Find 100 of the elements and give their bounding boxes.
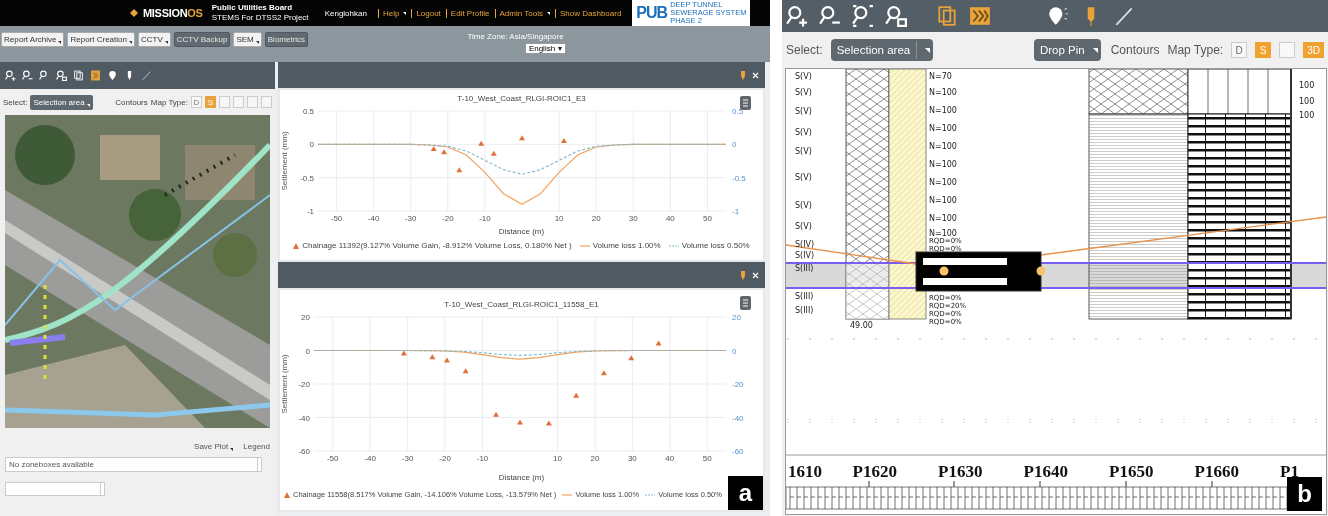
chainage-label: 1610 <box>788 462 822 481</box>
menu-button[interactable]: Biometrics <box>264 32 309 47</box>
menu-button[interactable]: Report Archive <box>1 32 65 47</box>
data-point <box>400 350 407 356</box>
scale-value: 100 <box>1299 111 1315 120</box>
chainage-label: P1640 <box>1023 462 1068 481</box>
layer-label: S(IV) <box>795 251 815 260</box>
zoom-extent-icon[interactable] <box>852 5 874 27</box>
line-icon <box>668 243 679 248</box>
chart-title: T-10_West_Coast_RLGI-ROIC1_11558_E1 <box>444 299 599 311</box>
spt-value: N=100 <box>929 160 957 169</box>
zoom-out-icon[interactable] <box>22 70 33 81</box>
layer-label: S(IV) <box>795 240 815 249</box>
layer-label: S(V) <box>795 107 812 116</box>
data-point <box>628 355 635 361</box>
legend-label[interactable]: Chainage 11392(9.127% Volume Gain, -8.912% Volume Loss, 0.180% Net ) <box>302 241 572 250</box>
y-tick-label: -0.5 <box>732 173 746 183</box>
pencil-icon[interactable] <box>141 70 152 81</box>
header-link[interactable]: Edit Profile <box>445 8 490 18</box>
chart-title: T-10_West_Coast_RLGI-ROIC1_E3 <box>457 93 586 105</box>
x-tick-label: 30 <box>627 454 637 463</box>
menu-icon[interactable] <box>740 296 751 310</box>
x-tick-label: -30 <box>401 454 414 463</box>
zoom-extent-icon[interactable] <box>39 70 50 81</box>
y-tick-label: -40 <box>732 413 744 423</box>
layer-label: S(III) <box>795 306 814 315</box>
pin-icon[interactable] <box>740 70 746 80</box>
data-point <box>600 370 607 376</box>
y-tick-label: -60 <box>298 447 310 456</box>
data-point <box>462 368 469 374</box>
line-icon <box>645 492 656 497</box>
bulb-icon[interactable] <box>1047 5 1069 27</box>
save-plot-link[interactable]: Save Plot <box>194 442 234 451</box>
layer-label: S(V) <box>795 173 812 182</box>
selection-dropdown[interactable]: Selection area <box>30 94 93 110</box>
x-tick-label: -10 <box>476 454 489 463</box>
y-tick-label: 0 <box>732 346 737 356</box>
spt-value: N=100 <box>929 88 957 97</box>
header-link[interactable]: Logout <box>411 8 441 18</box>
data-point <box>560 138 567 143</box>
spt-value: N=100 <box>929 142 957 151</box>
drop-pin-dropdown[interactable]: Drop Pin <box>1033 39 1101 61</box>
y-tick-label: -20 <box>732 380 744 389</box>
x-tick-label: -50 <box>330 214 343 223</box>
zoom-out-icon[interactable] <box>819 5 841 27</box>
close-icon[interactable] <box>752 271 759 279</box>
x-axis-label: Distance (m) <box>498 473 545 484</box>
y-tick-label: 0 <box>309 140 314 150</box>
contours-link[interactable]: Contours <box>1110 43 1160 57</box>
line-icon <box>562 492 573 497</box>
chainage-label: P1660 <box>1194 462 1239 481</box>
header-link[interactable]: Help <box>377 8 407 18</box>
layer-label: S(V) <box>795 222 812 231</box>
copy-icon[interactable] <box>936 5 958 27</box>
layer-label: S(V) <box>795 128 812 137</box>
panel-label: a <box>728 476 763 510</box>
zoom-box-icon[interactable] <box>885 5 907 27</box>
legend-label[interactable]: Volume loss 0.50% <box>681 241 750 250</box>
select-label: Select: <box>786 43 823 57</box>
input-field[interactable] <box>5 482 105 496</box>
x-tick-label: -20 <box>439 454 451 463</box>
map-type-button[interactable]: D <box>191 96 202 108</box>
x-tick-label: 50 <box>702 454 712 463</box>
menu-icon[interactable] <box>740 96 751 110</box>
y-axis-label: Settlement (mm) <box>280 354 289 414</box>
map-type-button[interactable]: D <box>1231 42 1248 58</box>
zonebox-field[interactable]: No zoneboxes available <box>5 457 262 472</box>
y-tick-label: 20 <box>732 313 741 322</box>
y-tick-label: -60 <box>732 447 744 456</box>
menu-button[interactable]: CCTV Backup <box>173 32 231 47</box>
organization-name: Public Utilities Board <box>211 3 294 13</box>
x-tick-label: 10 <box>554 214 564 223</box>
data-point <box>478 140 485 146</box>
pencil-icon[interactable] <box>1113 5 1135 27</box>
x-tick-label: -20 <box>442 214 454 223</box>
header-link[interactable]: Show Dashboard <box>554 8 622 18</box>
close-icon[interactable] <box>752 71 759 79</box>
bulb-icon[interactable] <box>107 70 118 81</box>
contours-link[interactable]: Contours <box>115 97 148 107</box>
copy-icon[interactable] <box>73 70 84 81</box>
chainage-label: P1620 <box>852 462 897 481</box>
zoom-in-icon[interactable] <box>5 70 16 81</box>
menu-button[interactable]: SEM <box>233 32 262 47</box>
data-point <box>443 357 450 363</box>
selection-dropdown[interactable]: Selection area <box>830 39 934 61</box>
legend-link[interactable]: Legend <box>243 442 270 451</box>
data-point <box>441 149 448 155</box>
chevrons-icon[interactable] <box>969 5 991 27</box>
zoom-in-icon[interactable] <box>786 5 808 27</box>
pin-icon[interactable] <box>740 270 746 280</box>
menu-button[interactable]: CCTV <box>137 32 171 47</box>
language-select[interactable]: English <box>524 43 567 54</box>
x-axis-label: Distance (m) <box>498 227 545 238</box>
chevrons-icon[interactable] <box>90 70 101 81</box>
spt-value: N=70 <box>929 72 952 81</box>
legend-label[interactable]: Volume loss 1.00% <box>592 241 661 250</box>
menu-button[interactable]: Report Creation <box>67 32 135 47</box>
header-link[interactable]: Admin Tools <box>494 8 550 18</box>
map-type-label: Map Type: <box>1167 43 1224 57</box>
zoom-box-icon[interactable] <box>56 70 67 81</box>
